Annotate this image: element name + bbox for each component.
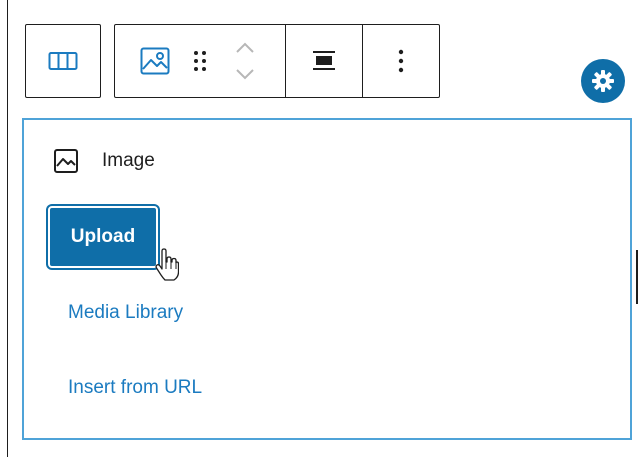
drag-handle-button[interactable] xyxy=(187,25,213,97)
placeholder-title: Image xyxy=(102,150,155,171)
placeholder-header: Image xyxy=(54,149,155,173)
columns-icon xyxy=(48,52,78,70)
drag-handle-icon xyxy=(194,51,206,71)
media-library-link[interactable]: Media Library xyxy=(68,302,183,324)
gear-icon xyxy=(592,70,614,92)
select-parent-columns-button[interactable] xyxy=(26,25,100,97)
block-toolbar xyxy=(114,24,440,98)
align-icon xyxy=(313,51,335,70)
upload-button[interactable]: Upload xyxy=(48,206,158,268)
image-icon xyxy=(140,47,170,75)
image-icon xyxy=(54,149,78,173)
more-options-button[interactable] xyxy=(363,25,439,97)
right-scroll-indicator xyxy=(636,250,638,304)
image-placeholder: Image Upload Media Library Insert from U… xyxy=(22,118,632,440)
hand-cursor-icon xyxy=(155,248,179,281)
move-up-down-icon xyxy=(236,42,254,80)
settings-button[interactable] xyxy=(581,59,625,103)
left-divider xyxy=(7,0,8,457)
toolbar-parent-group xyxy=(25,24,101,98)
move-up-down-button[interactable] xyxy=(225,25,265,97)
align-button[interactable] xyxy=(286,25,362,97)
editor-canvas: Image Upload Media Library Insert from U… xyxy=(0,0,639,457)
insert-from-url-link[interactable]: Insert from URL xyxy=(68,377,202,399)
more-options-icon xyxy=(398,49,404,73)
block-type-image-button[interactable] xyxy=(123,25,187,97)
upload-wrap: Upload xyxy=(48,206,179,281)
